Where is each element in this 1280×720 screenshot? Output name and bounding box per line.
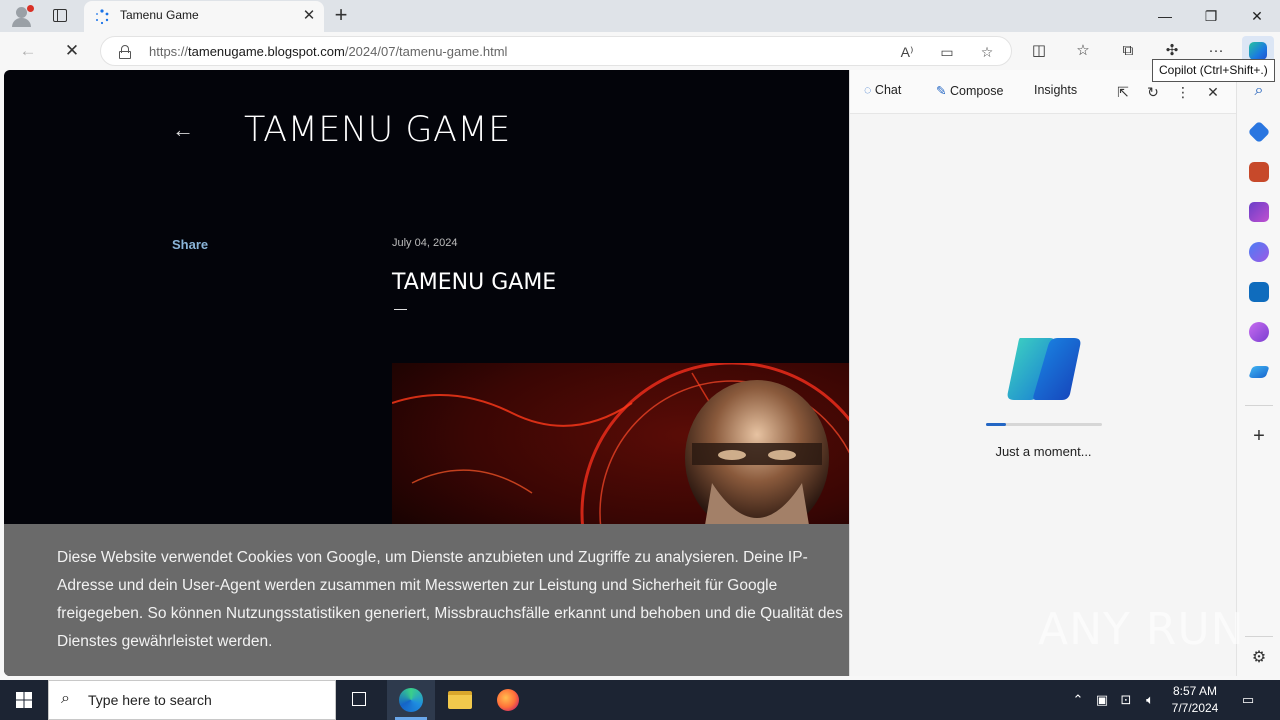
loading-status-text: Just a moment... [995, 444, 1092, 459]
tray-overflow-icon[interactable]: ⌃ [1068, 690, 1088, 710]
chat-icon: ◌ [864, 83, 872, 97]
send-icon[interactable] [1248, 366, 1270, 378]
search-icon: ⌕ [61, 690, 70, 707]
microsoft-365-icon[interactable] [1249, 242, 1269, 262]
tab-compose[interactable]: ✎ Compose [936, 83, 1003, 98]
compose-icon: ✎ [936, 84, 947, 98]
back-arrow-icon[interactable]: ← [172, 118, 196, 142]
stop-loading-button[interactable]: ✕ [60, 39, 84, 63]
active-tab[interactable]: Tamenu Game ✕ [84, 1, 324, 32]
new-tab-button[interactable]: + [330, 4, 352, 26]
games-icon[interactable] [1249, 202, 1269, 222]
designer-icon[interactable] [1249, 322, 1269, 342]
copilot-panel: ◌ Chat ✎ Compose Insights ⇱ ↻ ⋮ ✕ Just a… [849, 70, 1237, 676]
notifications-icon[interactable]: ▭ [1238, 690, 1258, 710]
loading-progress-bar [986, 423, 1102, 426]
profile-icon[interactable] [10, 5, 34, 29]
favorites-icon[interactable]: ☆ [1072, 40, 1094, 62]
task-view-icon [352, 692, 366, 706]
edge-taskbar-app[interactable] [387, 680, 435, 720]
shopping-tag-icon[interactable] [1247, 120, 1271, 144]
settings-gear-icon[interactable]: ⚙ [1249, 648, 1269, 668]
taskbar: ⌕ Type here to search ⌃ ▣ ⊡ 🔈︎ 8:57 AM 7… [0, 680, 1280, 720]
back-button[interactable]: ← [16, 39, 40, 63]
firefox-app[interactable] [484, 680, 532, 720]
title-divider [394, 309, 407, 310]
watermark: ANY RUN [1038, 604, 1245, 655]
search-icon[interactable]: ⌕ [1249, 82, 1269, 102]
more-options-icon[interactable]: ⋮ [1173, 82, 1193, 102]
folder-icon [448, 691, 472, 709]
volume-icon[interactable]: 🔈︎ [1140, 690, 1160, 710]
tab-actions-icon[interactable] [50, 6, 70, 26]
tab-insights[interactable]: Insights [1034, 83, 1077, 97]
restore-button[interactable]: ❐ [1188, 0, 1234, 32]
copilot-tooltip: Copilot (Ctrl+Shift+.) [1152, 59, 1275, 82]
sidebar-divider [1245, 405, 1273, 406]
copilot-logo [1007, 338, 1081, 400]
post-title: TAMENU GAME [392, 270, 557, 295]
sidebar-divider [1245, 636, 1273, 637]
taskbar-search[interactable]: ⌕ Type here to search [48, 680, 336, 720]
immersive-reader-icon[interactable]: ▭ [938, 43, 956, 61]
split-screen-icon[interactable]: ◫ [1028, 40, 1050, 62]
clock-date[interactable]: 7/7/2024 [1160, 701, 1230, 715]
close-tab-icon[interactable]: ✕ [300, 7, 318, 25]
edge-icon [399, 688, 423, 712]
tab-title: Tamenu Game [120, 8, 199, 22]
tab-strip: Tamenu Game ✕ + — ❐ ✕ [0, 0, 1280, 32]
lock-icon[interactable] [118, 45, 132, 59]
firefox-icon [497, 689, 519, 711]
read-aloud-icon[interactable]: A⁾ [898, 43, 916, 61]
file-explorer-app[interactable] [436, 680, 484, 720]
meet-now-icon[interactable]: ▣ [1092, 690, 1112, 710]
tab-chat[interactable]: ◌ Chat [864, 83, 901, 97]
copilot-icon [1249, 42, 1267, 60]
open-in-new-icon[interactable]: ⇱ [1113, 82, 1133, 102]
clock-time[interactable]: 8:57 AM [1160, 684, 1230, 698]
close-window-button[interactable]: ✕ [1234, 0, 1280, 32]
outlook-icon[interactable] [1249, 282, 1269, 302]
favorite-star-icon[interactable]: ☆ [978, 43, 996, 61]
share-button[interactable]: Share [172, 237, 208, 252]
url-text[interactable]: https://tamenugame.blogspot.com/2024/07/… [149, 44, 507, 59]
post-image[interactable] [392, 363, 849, 543]
network-icon[interactable]: ⊡ [1116, 690, 1136, 710]
collections-icon[interactable]: ⧉ [1117, 40, 1139, 62]
minimize-button[interactable]: — [1142, 0, 1188, 32]
cookie-banner: Diese Website verwendet Cookies von Goog… [4, 524, 849, 676]
blog-title[interactable]: TAMENU GAME [244, 110, 511, 150]
search-placeholder: Type here to search [88, 692, 212, 708]
tools-icon[interactable] [1249, 162, 1269, 182]
cookie-notice-text: Diese Website verwendet Cookies von Goog… [57, 549, 843, 650]
edge-sidebar: ⌕ + ⚙ [1236, 70, 1280, 676]
post-date[interactable]: July 04, 2024 [392, 237, 457, 249]
task-view-button[interactable] [336, 680, 384, 720]
browser-toolbar: ← ✕ https://tamenugame.blogspot.com/2024… [0, 32, 1280, 70]
add-icon[interactable]: + [1249, 426, 1269, 446]
close-panel-icon[interactable]: ✕ [1203, 82, 1223, 102]
loading-favicon-icon [96, 9, 109, 25]
refresh-icon[interactable]: ↻ [1143, 82, 1163, 102]
address-bar[interactable]: https://tamenugame.blogspot.com/2024/07/… [100, 36, 1012, 66]
windows-start-icon[interactable] [0, 680, 48, 720]
